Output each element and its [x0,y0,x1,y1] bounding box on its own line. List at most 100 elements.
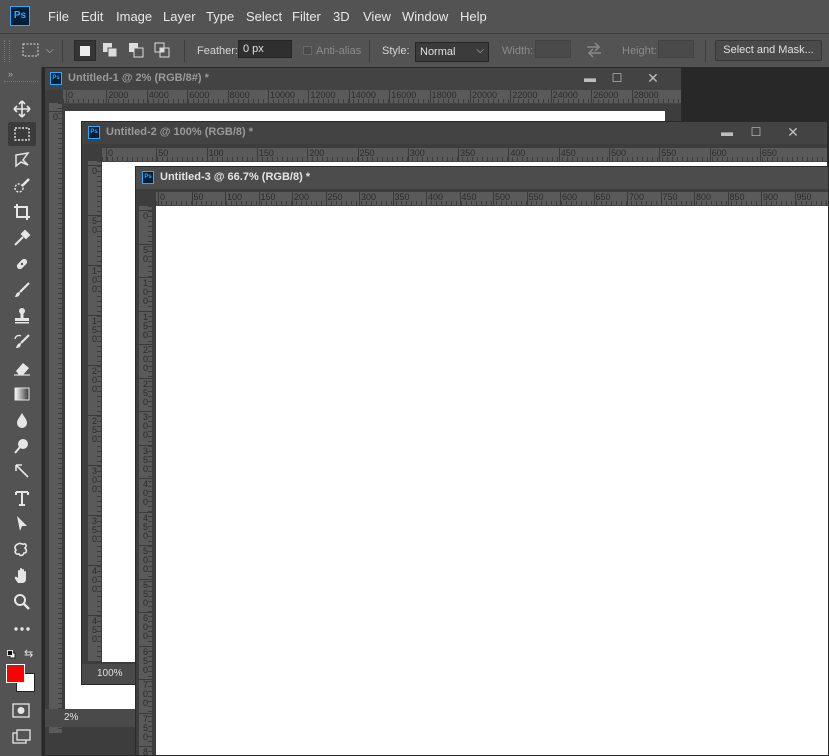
ruler-label: 600 [562,192,578,202]
swap-colors-icon[interactable]: ⇆ [24,647,33,660]
menu-3d[interactable]: 3D [333,9,350,24]
menu-type[interactable]: Type [206,9,234,24]
menu-select[interactable]: Select [246,9,282,24]
crop-tool-icon[interactable] [8,200,36,224]
zoom-tool-icon[interactable] [8,590,36,614]
ruler-label: 12000 [310,90,336,100]
feather-input[interactable]: 0 px [238,40,292,58]
pen-tool-icon[interactable] [8,460,36,484]
eraser-tool-icon[interactable] [8,356,36,380]
ruler-tick [66,90,67,103]
menu-view[interactable]: View [363,9,391,24]
ruler-tick [106,90,108,103]
subtract-from-selection-button[interactable] [128,42,145,59]
ruler-label: 950 [796,192,812,202]
ruler-tick [458,148,460,161]
ruler-tick [493,192,494,205]
menu-file[interactable]: File [48,9,69,24]
clone-stamp-tool-icon[interactable] [8,304,36,328]
style-label: Style: [382,45,410,57]
custom-shape-tool-icon[interactable] [8,538,36,562]
zoom-level[interactable]: 100% [97,668,123,679]
menu-window[interactable]: Window [402,9,448,24]
gradient-tool-icon[interactable] [8,382,36,406]
collapse-icon[interactable]: » [8,69,13,79]
ruler-label: 0 [142,211,148,221]
select-and-mask-button[interactable]: Select and Mask... [715,40,822,61]
quick-mask-icon[interactable] [12,703,30,718]
chevron-down-icon: ⌵ [476,45,484,56]
marquee-preset-icon[interactable] [22,43,39,57]
close-icon[interactable]: ✕ [783,125,803,139]
ruler-tick [292,192,293,205]
menu-help[interactable]: Help [460,9,487,24]
ruler-tick [794,192,796,205]
new-selection-button[interactable] [74,40,96,61]
style-select[interactable]: Normal ⌵ [415,42,489,62]
anti-alias-checkbox[interactable] [303,46,312,55]
maximize-icon[interactable]: ☐ [607,71,627,85]
ruler-tick [470,90,471,103]
ruler-label: 500 [142,546,148,574]
document-window-3[interactable]: Ps Untitled-3 @ 66.7% (RGB/8) * 0 50 100 15… [135,166,829,756]
screen-mode-icon[interactable] [12,729,32,745]
menu-image[interactable]: Image [116,9,152,24]
ruler-tick [308,90,310,103]
ruler-tick [359,192,360,205]
ruler-label: 300 [91,466,97,494]
ruler-label: 550 [142,579,148,608]
photoshop-logo: Ps [10,6,30,26]
more-tools-icon[interactable] [8,617,36,641]
canvas[interactable] [156,206,828,755]
intersect-selection-button[interactable] [154,42,171,59]
menu-layer[interactable]: Layer [163,9,196,24]
menu-edit[interactable]: Edit [81,9,103,24]
height-input[interactable] [658,40,694,58]
move-tool-icon[interactable] [8,97,36,121]
zoom-level[interactable]: 2% [64,712,78,723]
foreground-color-swatch[interactable] [6,664,25,683]
ruler-label: 14000 [350,90,376,100]
grip-handle[interactable] [4,81,38,84]
path-selection-tool-icon[interactable] [8,512,36,536]
document-tab-1[interactable]: Ps Untitled-1 @ 2% (RGB/8#) * ▬ ☐ ✕ [45,68,681,90]
hand-tool-icon[interactable] [8,564,36,588]
quick-selection-tool-icon[interactable] [8,174,36,198]
ruler-label: 600 [711,148,727,158]
default-colors-icon[interactable] [7,648,16,659]
close-icon[interactable]: ✕ [643,71,663,85]
chevron-down-icon[interactable]: ⌵ [46,45,54,56]
ruler-label: 0 [160,192,166,202]
swap-width-height-icon[interactable] [585,42,603,58]
dodge-tool-icon[interactable] [8,434,36,458]
eyedropper-tool-icon[interactable] [8,226,36,250]
ruler-label: 650 [595,192,611,202]
lasso-tool-icon[interactable] [8,148,36,172]
blur-tool-icon[interactable] [8,408,36,432]
ruler-label: 200 [91,366,97,394]
tools-panel: » ⇆ [0,67,42,756]
document-tab-3[interactable]: Ps Untitled-3 @ 66.7% (RGB/8) * [136,167,828,189]
width-input[interactable] [535,40,571,58]
ruler-label: 150 [91,316,97,344]
ruler-label: 300 [409,148,425,158]
ruler-label: 22000 [512,90,538,100]
ruler-tick [591,90,593,103]
history-brush-tool-icon[interactable] [8,330,36,354]
ruler-tick [558,148,560,161]
ruler-label: 500 [495,192,511,202]
rectangular-marquee-tool-icon[interactable] [8,122,36,146]
menu-filter[interactable]: Filter [292,9,321,24]
minimize-icon[interactable]: ▬ [580,71,600,85]
maximize-icon[interactable]: ☐ [746,125,766,139]
minimize-icon[interactable]: ▬ [717,125,737,139]
healing-brush-tool-icon[interactable] [8,252,36,276]
ruler-label: 0 [108,148,114,158]
grip-handle[interactable] [4,40,10,62]
add-to-selection-button[interactable] [102,42,119,59]
ruler-label: 150 [260,192,276,202]
document-tab-2[interactable]: Ps Untitled-2 @ 100% (RGB/8) * ▬ ☐ ✕ [82,122,827,144]
vertical-ruler: 0 50 100 150 200 250 300 350 400 450 500 550 600 650 7… [139,206,152,755]
type-tool-icon[interactable] [8,486,36,510]
brush-tool-icon[interactable] [8,278,36,302]
